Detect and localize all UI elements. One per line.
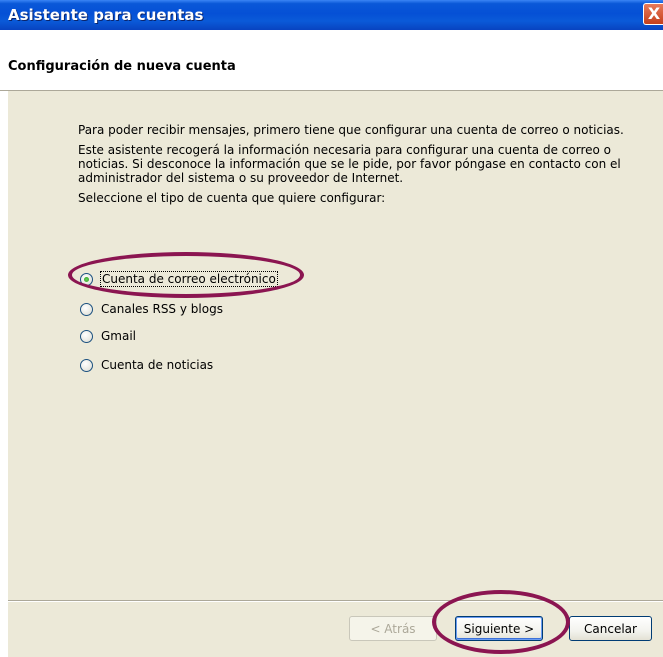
prompt-text: Seleccione el tipo de cuenta que quiere … [78, 191, 386, 205]
close-icon: X [647, 4, 661, 23]
wizard-header: Configuración de nueva cuenta [0, 30, 663, 91]
intro-text: Para poder recibir mensajes, primero tie… [78, 123, 624, 137]
back-button[interactable]: < Atrás [349, 616, 437, 641]
close-button[interactable]: X [643, 3, 663, 25]
next-button-label: Siguiente > [463, 621, 535, 636]
radio-button[interactable] [80, 359, 93, 372]
cancel-button-label: Cancelar [584, 621, 637, 636]
radio-button[interactable] [80, 330, 93, 343]
info-text: Este asistente recogerá la información n… [78, 143, 621, 185]
radio-label-email[interactable]: Cuenta de correo electrónico [100, 271, 278, 287]
window-title: Asistente para cuentas [8, 6, 204, 24]
next-button[interactable]: Siguiente > [455, 616, 543, 641]
footer-divider [8, 600, 663, 602]
radio-button[interactable] [80, 303, 93, 316]
title-bar[interactable]: Asistente para cuentas X [0, 0, 663, 30]
radio-button-checked[interactable] [80, 273, 93, 286]
account-wizard-window: Asistente para cuentas X Configuración d… [0, 0, 663, 657]
radio-label-rss[interactable]: Canales RSS y blogs [101, 302, 223, 316]
back-button-label: < Atrás [370, 621, 416, 636]
cancel-button[interactable]: Cancelar [569, 616, 652, 641]
wizard-description: Para poder recibir mensajes, primero tie… [78, 123, 638, 211]
left-edge [0, 91, 8, 657]
radio-label-gmail[interactable]: Gmail [101, 329, 136, 343]
page-title: Configuración de nueva cuenta [8, 59, 236, 74]
radio-label-news[interactable]: Cuenta de noticias [101, 358, 213, 372]
